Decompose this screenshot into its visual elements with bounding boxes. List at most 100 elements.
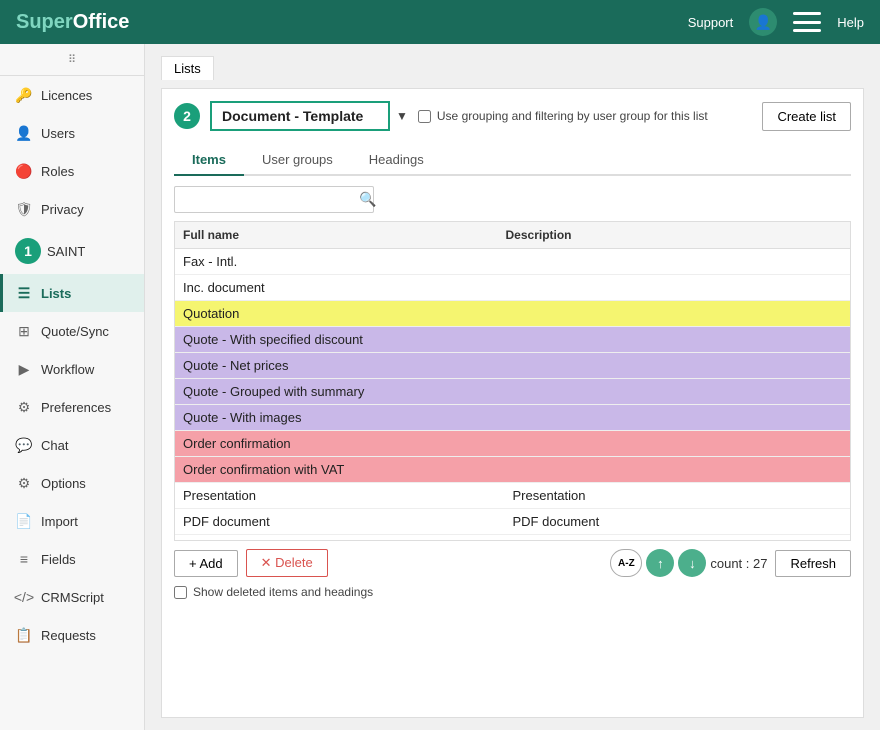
row-desc <box>513 358 843 373</box>
saint-badge: 1 <box>15 238 41 264</box>
sidebar-label-crmscript: CRMScript <box>41 590 104 605</box>
table-row[interactable]: Quote - With specified discount <box>175 327 850 353</box>
sidebar-item-privacy[interactable]: 🛡 Privacy <box>0 190 144 228</box>
table-row[interactable]: Inc. document <box>175 275 850 301</box>
support-link[interactable]: Support <box>688 15 734 30</box>
sidebar-item-fields[interactable]: ≡ Fields <box>0 540 144 578</box>
row-name: Quote - Net prices <box>183 358 513 373</box>
sidebar-item-requests[interactable]: 📋 Requests <box>0 616 144 654</box>
table-row[interactable]: Spreadsheet Spreadsheet <box>175 535 850 541</box>
sidebar-label-preferences: Preferences <box>41 400 111 415</box>
sort-down-button[interactable]: ↓ <box>678 549 706 577</box>
row-desc <box>513 280 843 295</box>
import-icon: 📄 <box>15 512 33 530</box>
row-desc <box>513 332 843 347</box>
search-icon: 🔍 <box>359 191 376 208</box>
sidebar-label-options: Options <box>41 476 86 491</box>
sidebar-item-roles[interactable]: 🔴 Roles <box>0 152 144 190</box>
sidebar-label-licences: Licences <box>41 88 92 103</box>
list-dropdown[interactable]: Document - Template <box>210 101 390 131</box>
sidebar-item-quotesync[interactable]: ⊞ Quote/Sync <box>0 312 144 350</box>
create-list-button[interactable]: Create list <box>762 102 851 131</box>
header-actions: Support 👤 Help <box>688 8 864 36</box>
row-name: PDF document <box>183 514 513 529</box>
show-deleted-row: Show deleted items and headings <box>174 585 851 599</box>
table-row[interactable]: Fax - Intl. <box>175 249 850 275</box>
sidebar-label-workflow: Workflow <box>41 362 94 377</box>
refresh-button[interactable]: Refresh <box>775 550 851 577</box>
grouping-checkbox-input[interactable] <box>418 110 431 123</box>
delete-button[interactable]: ✕ Delete <box>246 549 328 577</box>
sidebar-label-lists: Lists <box>41 286 71 301</box>
row-name: Fax - Intl. <box>183 254 513 269</box>
row-desc: Presentation <box>513 488 843 503</box>
table-header: Full name Description <box>175 222 850 249</box>
sidebar-label-saint: SAINT <box>47 244 85 259</box>
bottom-actions: + Add ✕ Delete A-Z ↑ ↓ count : 27 Refres… <box>174 549 851 577</box>
table-row[interactable]: Order confirmation <box>175 431 850 457</box>
top-row: 2 Document - Template ▼ Use grouping and… <box>174 101 851 131</box>
privacy-icon: 🛡 <box>15 200 33 218</box>
search-row: 🔍 <box>174 186 374 213</box>
table-row[interactable]: Presentation Presentation <box>175 483 850 509</box>
table-row[interactable]: Quote - Net prices <box>175 353 850 379</box>
options-icon: ⚙ <box>15 474 33 492</box>
sort-az-button[interactable]: A-Z <box>610 549 642 577</box>
app-header: SuperOffice Support 👤 Help <box>0 0 880 44</box>
row-name: Quote - With specified discount <box>183 332 513 347</box>
sidebar-item-saint[interactable]: 1 SAINT <box>0 228 144 274</box>
list-selector: Document - Template ▼ <box>210 101 408 131</box>
sidebar-label-import: Import <box>41 514 78 529</box>
breadcrumb-lists[interactable]: Lists <box>161 56 214 80</box>
tab-items[interactable]: Items <box>174 145 244 176</box>
table-row[interactable]: Quotation <box>175 301 850 327</box>
add-button[interactable]: + Add <box>174 550 238 577</box>
row-name: Presentation <box>183 488 513 503</box>
row-name: Quote - Grouped with summary <box>183 384 513 399</box>
sidebar-item-preferences[interactable]: ⚙ Preferences <box>0 388 144 426</box>
user-icon[interactable]: 👤 <box>749 8 777 36</box>
table-row[interactable]: PDF document PDF document <box>175 509 850 535</box>
sidebar-item-import[interactable]: 📄 Import <box>0 502 144 540</box>
table-row[interactable]: Quote - Grouped with summary <box>175 379 850 405</box>
dropdown-arrow-icon[interactable]: ▼ <box>396 109 408 123</box>
quotesync-icon: ⊞ <box>15 322 33 340</box>
tab-headings[interactable]: Headings <box>351 145 442 176</box>
row-name: Order confirmation <box>183 436 513 451</box>
sidebar-label-chat: Chat <box>41 438 68 453</box>
sidebar-item-crmscript[interactable]: </> CRMScript <box>0 578 144 616</box>
menu-icon[interactable] <box>793 12 821 32</box>
sidebar-label-users: Users <box>41 126 75 141</box>
licences-icon: 🔑 <box>15 86 33 104</box>
requests-icon: 📋 <box>15 626 33 644</box>
tabs-row: Items User groups Headings <box>174 145 851 176</box>
table-row[interactable]: Order confirmation with VAT <box>175 457 850 483</box>
table-row[interactable]: Quote - With images <box>175 405 850 431</box>
sidebar-item-options[interactable]: ⚙ Options <box>0 464 144 502</box>
sort-up-button[interactable]: ↑ <box>646 549 674 577</box>
help-link[interactable]: Help <box>837 15 864 30</box>
sidebar-item-chat[interactable]: 💬 Chat <box>0 426 144 464</box>
sidebar-item-users[interactable]: 👤 Users <box>0 114 144 152</box>
sidebar-label-privacy: Privacy <box>41 202 84 217</box>
show-deleted-checkbox[interactable] <box>174 586 187 599</box>
row-name: Spreadsheet <box>183 540 513 541</box>
sidebar-label-quotesync: Quote/Sync <box>41 324 109 339</box>
chat-icon: 💬 <box>15 436 33 454</box>
sidebar-item-licences[interactable]: 🔑 Licences <box>0 76 144 114</box>
search-input[interactable] <box>183 192 359 207</box>
main-content: Lists 2 Document - Template ▼ Use groupi… <box>145 44 880 730</box>
crmscript-icon: </> <box>15 588 33 606</box>
users-icon: 👤 <box>15 124 33 142</box>
main-layout: ⠿ 🔑 Licences 👤 Users 🔴 Roles 🛡 Privacy 1… <box>0 44 880 730</box>
sidebar-item-lists[interactable]: ☰ Lists <box>0 274 144 312</box>
sidebar: ⠿ 🔑 Licences 👤 Users 🔴 Roles 🛡 Privacy 1… <box>0 44 145 730</box>
sidebar-item-workflow[interactable]: ▶ Workflow <box>0 350 144 388</box>
tab-user-groups[interactable]: User groups <box>244 145 351 176</box>
count-label: count : 27 <box>710 556 767 571</box>
grouping-option: Use grouping and filtering by user group… <box>418 109 708 123</box>
sidebar-label-fields: Fields <box>41 552 76 567</box>
row-name: Quote - With images <box>183 410 513 425</box>
sidebar-label-roles: Roles <box>41 164 74 179</box>
row-desc <box>513 384 843 399</box>
